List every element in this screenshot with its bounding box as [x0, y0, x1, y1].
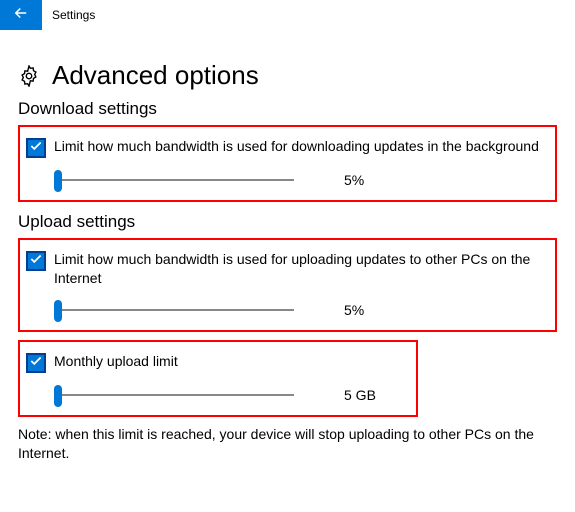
page-title: Advanced options — [52, 60, 259, 91]
slider-track — [54, 309, 294, 311]
slider-thumb — [54, 385, 62, 407]
upload-limit-note: Note: when this limit is reached, your d… — [18, 425, 557, 463]
upload-limit-checkbox[interactable] — [26, 251, 46, 271]
slider-track — [54, 394, 294, 396]
back-button[interactable] — [0, 0, 42, 30]
download-limit-row: Limit how much bandwidth is used for dow… — [26, 137, 547, 158]
download-slider-row: 5% — [54, 170, 547, 190]
checkmark-icon — [29, 252, 43, 271]
monthly-limit-label: Monthly upload limit — [54, 352, 178, 371]
upload-section-title: Upload settings — [18, 212, 557, 232]
gear-icon — [18, 65, 40, 87]
download-highlight-box: Limit how much bandwidth is used for dow… — [18, 125, 557, 202]
slider-thumb — [54, 170, 62, 192]
content: Advanced options Download settings Limit… — [0, 30, 575, 463]
slider-track — [54, 179, 294, 181]
upload-limit-label: Limit how much bandwidth is used for upl… — [54, 250, 547, 288]
download-limit-label: Limit how much bandwidth is used for dow… — [54, 137, 539, 156]
titlebar-title: Settings — [52, 8, 95, 22]
monthly-upload-slider[interactable] — [54, 385, 294, 405]
upload-slider-value: 5% — [344, 302, 364, 318]
download-slider-value: 5% — [344, 172, 364, 188]
download-section-title: Download settings — [18, 99, 557, 119]
upload-limit-row: Limit how much bandwidth is used for upl… — [26, 250, 547, 288]
checkmark-icon — [29, 354, 43, 373]
download-bandwidth-slider[interactable] — [54, 170, 294, 190]
back-arrow-icon — [12, 4, 30, 27]
titlebar: Settings — [0, 0, 575, 30]
upload-bandwidth-slider[interactable] — [54, 300, 294, 320]
download-limit-checkbox[interactable] — [26, 138, 46, 158]
page-header: Advanced options — [18, 60, 557, 91]
monthly-highlight-box: Monthly upload limit 5 GB — [18, 340, 418, 417]
monthly-limit-checkbox[interactable] — [26, 353, 46, 373]
upload-slider-row: 5% — [54, 300, 547, 320]
slider-thumb — [54, 300, 62, 322]
checkmark-icon — [29, 139, 43, 158]
monthly-slider-row: 5 GB — [54, 385, 408, 405]
monthly-slider-value: 5 GB — [344, 387, 376, 403]
monthly-limit-row: Monthly upload limit — [26, 352, 408, 373]
upload-highlight-box: Limit how much bandwidth is used for upl… — [18, 238, 557, 332]
